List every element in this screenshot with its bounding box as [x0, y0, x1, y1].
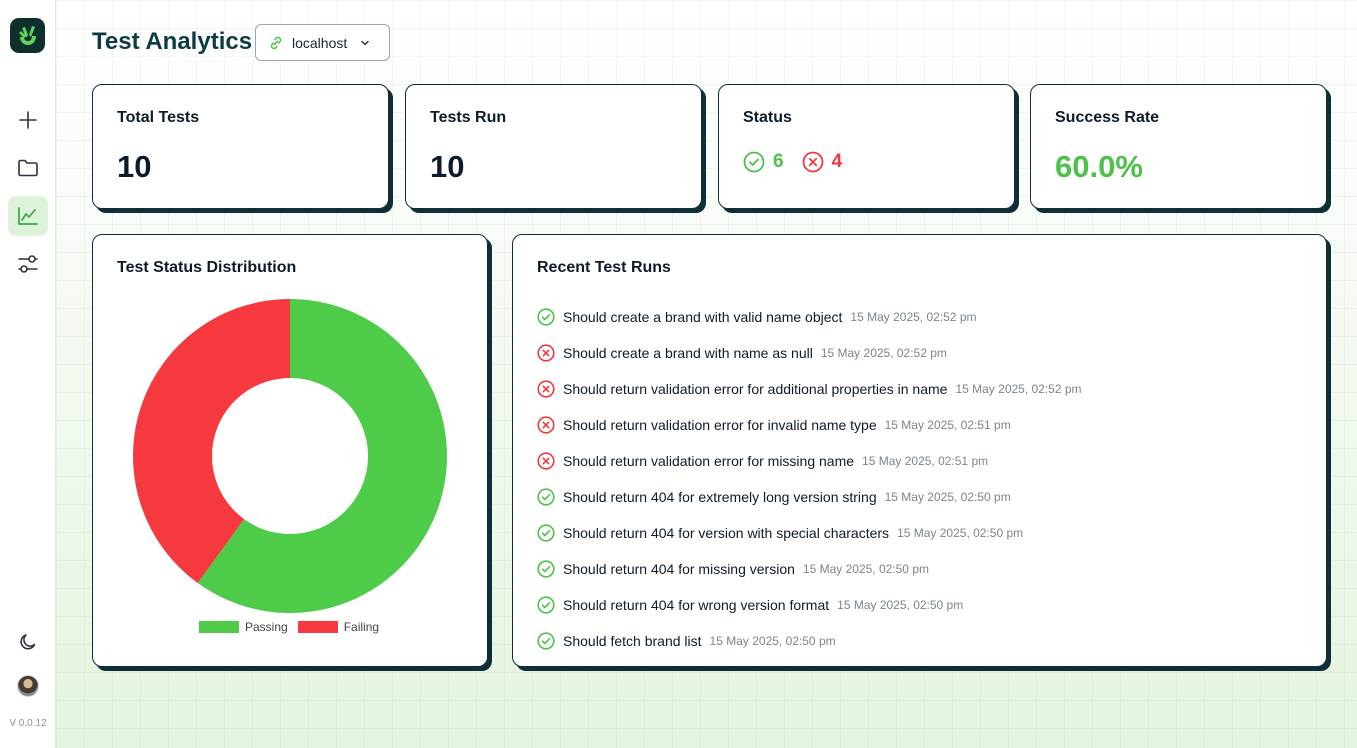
x-circle-icon	[537, 344, 555, 362]
success-rate-card: Success Rate 60.0%	[1030, 84, 1327, 209]
recent-test-runs-card: Recent Test Runs Should create a brand w…	[512, 234, 1327, 667]
x-circle-icon	[537, 452, 555, 470]
list-item[interactable]: Should return validation error for inval…	[537, 407, 1082, 443]
tests-run-value: 10	[430, 149, 465, 184]
analytics-icon	[18, 207, 38, 225]
list-item[interactable]: Should return 404 for wrong version form…	[537, 587, 1082, 623]
failed-count: 4	[831, 151, 843, 172]
collections-button[interactable]	[8, 148, 48, 188]
test-name: Should return validation error for inval…	[563, 417, 877, 433]
tests-run-label: Tests Run	[430, 109, 507, 126]
status-label: Status	[743, 109, 792, 126]
legend-swatch-failing	[297, 621, 338, 633]
list-item[interactable]: Should return 404 for version with speci…	[537, 515, 1082, 551]
test-name: Should create a brand with name as null	[563, 345, 813, 361]
test-timestamp: 15 May 2025, 02:52 pm	[820, 346, 947, 360]
page-title: Test Analytics	[92, 28, 253, 55]
donut-chart	[133, 299, 448, 613]
plus-icon	[19, 111, 37, 129]
success-rate-value: 60.0%	[1055, 149, 1143, 184]
total-tests-card: Total Tests 10	[92, 84, 389, 209]
app-version: V 0.0.12	[9, 718, 47, 729]
analytics-button[interactable]	[8, 196, 48, 236]
status-card: Status 6 4	[718, 84, 1015, 209]
test-timestamp: 15 May 2025, 02:52 pm	[850, 310, 977, 324]
new-test-button[interactable]	[8, 100, 48, 140]
main-content: Test Analytics localhost Total Tests 10 …	[56, 0, 1357, 748]
list-item[interactable]: Should return 404 for extremely long ver…	[537, 479, 1082, 515]
test-timestamp: 15 May 2025, 02:52 pm	[955, 382, 1082, 396]
passed-count: 6	[773, 151, 784, 172]
link-icon	[270, 36, 282, 49]
test-name: Should return 404 for wrong version form…	[563, 597, 830, 613]
user-avatar[interactable]	[17, 675, 39, 697]
test-name: Should create a brand with valid name ob…	[563, 309, 843, 325]
test-timestamp: 15 May 2025, 02:51 pm	[862, 454, 989, 468]
total-tests-value: 10	[117, 149, 152, 184]
test-name: Should return 404 for missing version	[563, 561, 795, 577]
recent-runs-title: Recent Test Runs	[537, 259, 671, 276]
folder-icon	[18, 159, 38, 177]
check-circle-icon	[537, 308, 555, 326]
status-distribution-card: Test Status Distribution Passing Failing	[92, 234, 488, 667]
test-name: Should return validation error for missi…	[563, 453, 855, 469]
status-counts: 6 4	[743, 151, 842, 173]
legend-item-passing[interactable]: Passing	[199, 620, 288, 634]
test-timestamp: 15 May 2025, 02:50 pm	[897, 526, 1024, 540]
test-timestamp: 15 May 2025, 02:51 pm	[884, 418, 1011, 432]
recent-runs-list: Should create a brand with valid name ob…	[537, 299, 1082, 659]
total-tests-label: Total Tests	[117, 109, 200, 126]
sidebar: V 0.0.12	[0, 0, 56, 748]
test-timestamp: 15 May 2025, 02:50 pm	[837, 598, 964, 612]
moon-icon	[20, 634, 36, 650]
test-name: Should return 404 for version with speci…	[563, 525, 890, 541]
app-logo[interactable]	[10, 18, 45, 53]
tests-run-card: Tests Run 10	[405, 84, 702, 209]
x-circle-icon	[537, 416, 555, 434]
legend-swatch-passing	[199, 621, 239, 633]
legend-item-failing[interactable]: Failing	[297, 620, 380, 634]
chevron-down-icon	[361, 40, 370, 45]
chart-legend: Passing Failing	[199, 620, 379, 634]
list-item[interactable]: Should return validation error for addit…	[537, 371, 1082, 407]
list-item[interactable]: Should return 404 for missing version 15 …	[537, 551, 1082, 587]
logo-icon	[18, 25, 36, 45]
test-name: Should fetch brand list	[563, 633, 702, 649]
legend-label-failing: Failing	[343, 620, 380, 634]
test-timestamp: 15 May 2025, 02:50 pm	[802, 562, 929, 576]
test-name: Should return validation error for addit…	[563, 381, 948, 397]
check-circle-icon	[537, 596, 555, 614]
check-circle-icon	[537, 632, 555, 650]
sliders-icon	[18, 255, 38, 273]
list-item[interactable]: Should fetch brand list 15 May 2025, 02:5…	[537, 623, 1082, 659]
test-name: Should return 404 for extremely long ver…	[563, 489, 877, 505]
list-item[interactable]: Should return validation error for missi…	[537, 443, 1082, 479]
success-rate-label: Success Rate	[1055, 109, 1160, 126]
list-item[interactable]: Should create a brand with valid name ob…	[537, 299, 1082, 335]
check-circle-icon	[537, 560, 555, 578]
test-timestamp: 15 May 2025, 02:50 pm	[884, 490, 1011, 504]
theme-toggle-button[interactable]	[8, 622, 48, 662]
check-circle-icon	[743, 151, 765, 173]
legend-label-passing: Passing	[245, 620, 288, 634]
list-item[interactable]: Should create a brand with name as null 1…	[537, 335, 1082, 371]
environment-label: localhost	[292, 34, 348, 51]
settings-button[interactable]	[8, 244, 48, 284]
test-timestamp: 15 May 2025, 02:50 pm	[709, 634, 836, 648]
check-circle-icon	[537, 488, 555, 506]
environment-select[interactable]: localhost	[255, 24, 390, 61]
x-circle-icon	[537, 380, 555, 398]
check-circle-icon	[537, 524, 555, 542]
x-circle-icon	[802, 151, 823, 173]
